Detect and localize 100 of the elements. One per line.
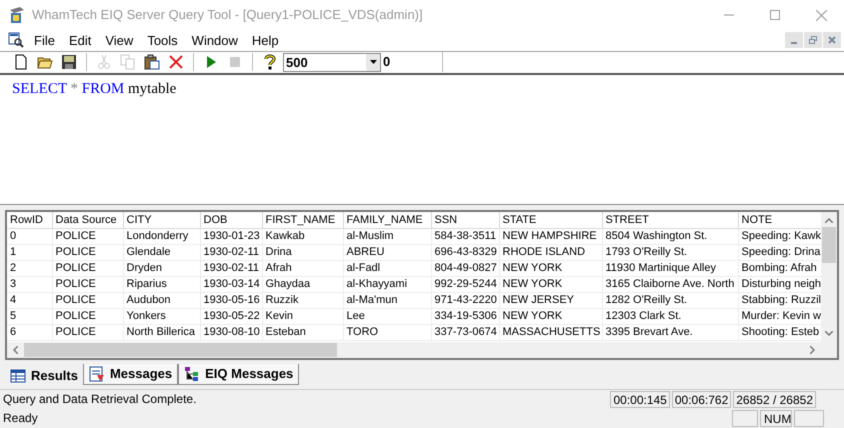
sql-operator: * xyxy=(70,80,78,97)
minimize-button[interactable] xyxy=(785,32,803,48)
row-count: 0 xyxy=(383,52,443,72)
table-cell: 6 xyxy=(7,324,52,340)
table-cell: 1930-03-14 xyxy=(200,276,262,292)
table-cell: Ruzzik xyxy=(262,292,343,308)
table-icon xyxy=(10,368,26,384)
table-cell: Drina xyxy=(262,244,343,260)
menu-item[interactable]: Help xyxy=(244,30,286,50)
table-cell: 971-43-2220 xyxy=(431,292,499,308)
table-cell: 11930 Martinique Alley xyxy=(602,260,738,276)
table-cell: 1930-05-16 xyxy=(200,292,262,308)
status-indicator: NUM xyxy=(760,410,792,427)
horizontal-scrollbar[interactable] xyxy=(7,342,837,358)
table-cell: al-Khayyami xyxy=(343,276,431,292)
table-cell: Ghaydaa xyxy=(262,276,343,292)
status-panel: 00:00:145 xyxy=(610,390,670,408)
menu-item[interactable]: File xyxy=(27,30,62,50)
table-cell: 584-38-3511 xyxy=(431,228,499,244)
table-cell: al-Muslim xyxy=(343,228,431,244)
close-icon xyxy=(828,36,836,44)
column-header[interactable]: DOB xyxy=(200,212,262,228)
table-cell: 5 xyxy=(7,308,52,324)
dropdown-arrow-icon xyxy=(370,60,376,64)
table-cell: 696-43-8329 xyxy=(431,244,499,260)
scrollbar-thumb[interactable] xyxy=(24,343,337,358)
status-panel xyxy=(794,410,824,427)
column-header[interactable]: FAMILY_NAME xyxy=(343,212,431,228)
app-icon xyxy=(8,6,26,24)
column-header[interactable]: NOTE xyxy=(738,212,821,228)
new-document-icon xyxy=(13,54,29,70)
column-header[interactable]: STREET xyxy=(602,212,738,228)
table-cell: 1930-02-11 xyxy=(200,260,262,276)
table-cell: 4 xyxy=(7,292,52,308)
table-cell: Riparius xyxy=(123,276,200,292)
menu-item[interactable]: Tools xyxy=(140,30,185,50)
status-panel xyxy=(732,410,758,427)
table-cell: Audubon xyxy=(123,292,200,308)
sql-editor[interactable]: SELECT * FROM mytable xyxy=(0,74,844,204)
table-cell: al-Ma'mun xyxy=(343,292,431,308)
table-cell: TORO xyxy=(343,324,431,340)
column-header[interactable]: RowID xyxy=(7,212,52,228)
table-cell: POLICE xyxy=(52,244,123,260)
tab[interactable]: Messages xyxy=(82,364,178,386)
table-cell: 3165 Claiborne Ave. North xyxy=(602,276,738,292)
table-cell: RHODE ISLAND xyxy=(499,244,602,260)
status-panel: 26852 / 26852 xyxy=(733,390,816,408)
table-cell: MASSACHUSETTS xyxy=(499,324,602,340)
menu-item[interactable]: View xyxy=(98,30,140,50)
table-cell: NEW YORK xyxy=(499,260,602,276)
table-cell: 1930-01-23 xyxy=(200,228,262,244)
table-cell: Kawkab xyxy=(262,228,343,244)
scissors-icon xyxy=(96,54,112,70)
close-button[interactable] xyxy=(823,32,841,48)
table-cell: Londonderry xyxy=(123,228,200,244)
status-message: Query and Data Retrieval Complete. xyxy=(2,391,198,408)
column-header[interactable]: STATE xyxy=(499,212,602,228)
table-cell: POLICE xyxy=(52,292,123,308)
table-cell: 337-73-0674 xyxy=(431,324,499,340)
table-cell: POLICE xyxy=(52,260,123,276)
row-limit-combobox[interactable]: 500 xyxy=(283,52,381,72)
hierarchy-icon xyxy=(184,366,200,382)
table-cell: Lee xyxy=(343,308,431,324)
column-header[interactable]: FIRST_NAME xyxy=(262,212,343,228)
table-cell: POLICE xyxy=(52,228,123,244)
copy-icon xyxy=(120,54,136,70)
sql-keyword: FROM xyxy=(82,80,124,97)
table-cell: Esteban xyxy=(262,324,343,340)
menu-item[interactable]: Window xyxy=(184,30,245,50)
table-cell: Glendale xyxy=(123,244,200,260)
vertical-scrollbar[interactable] xyxy=(821,212,837,342)
table-cell: Afrah xyxy=(262,260,343,276)
paste-icon xyxy=(144,54,160,70)
tab[interactable]: EIQ Messages xyxy=(178,364,300,386)
table-cell: Kevin xyxy=(262,308,343,324)
table-cell: ABREU xyxy=(343,244,431,260)
restore-button[interactable] xyxy=(804,32,822,48)
table-cell: 804-49-0827 xyxy=(431,260,499,276)
table-cell: 0 xyxy=(7,228,52,244)
sql-keyword: SELECT xyxy=(12,80,67,97)
table-cell: 1282 O'Reilly St. xyxy=(602,292,738,308)
status-text: Ready xyxy=(2,410,39,428)
column-header[interactable]: CITY xyxy=(123,212,200,228)
column-header[interactable]: Data Source xyxy=(52,212,123,228)
table-cell: NEW YORK xyxy=(499,308,602,324)
table-cell: 334-19-5306 xyxy=(431,308,499,324)
table-cell: 3 xyxy=(7,276,52,292)
table-cell: 1930-08-10 xyxy=(200,324,262,340)
status-panel: 00:06:762 xyxy=(672,390,732,408)
menu-item[interactable]: Edit xyxy=(62,30,98,50)
scrollbar-thumb[interactable] xyxy=(822,227,836,264)
close-icon xyxy=(816,10,826,20)
column-header[interactable]: SSN xyxy=(431,212,499,228)
table-cell: 1 xyxy=(7,244,52,260)
table-cell: 1793 O'Reilly St. xyxy=(602,244,738,260)
table-cell: Yonkers xyxy=(123,308,200,324)
table-cell: 992-29-5244 xyxy=(431,276,499,292)
window-title: WhamTech EIQ Server Query Tool - [Query1-POLICE_VDS(admin)] xyxy=(32,6,423,24)
table-cell: Dryden xyxy=(123,260,200,276)
table-cell: 12303 Clark St. xyxy=(602,308,738,324)
